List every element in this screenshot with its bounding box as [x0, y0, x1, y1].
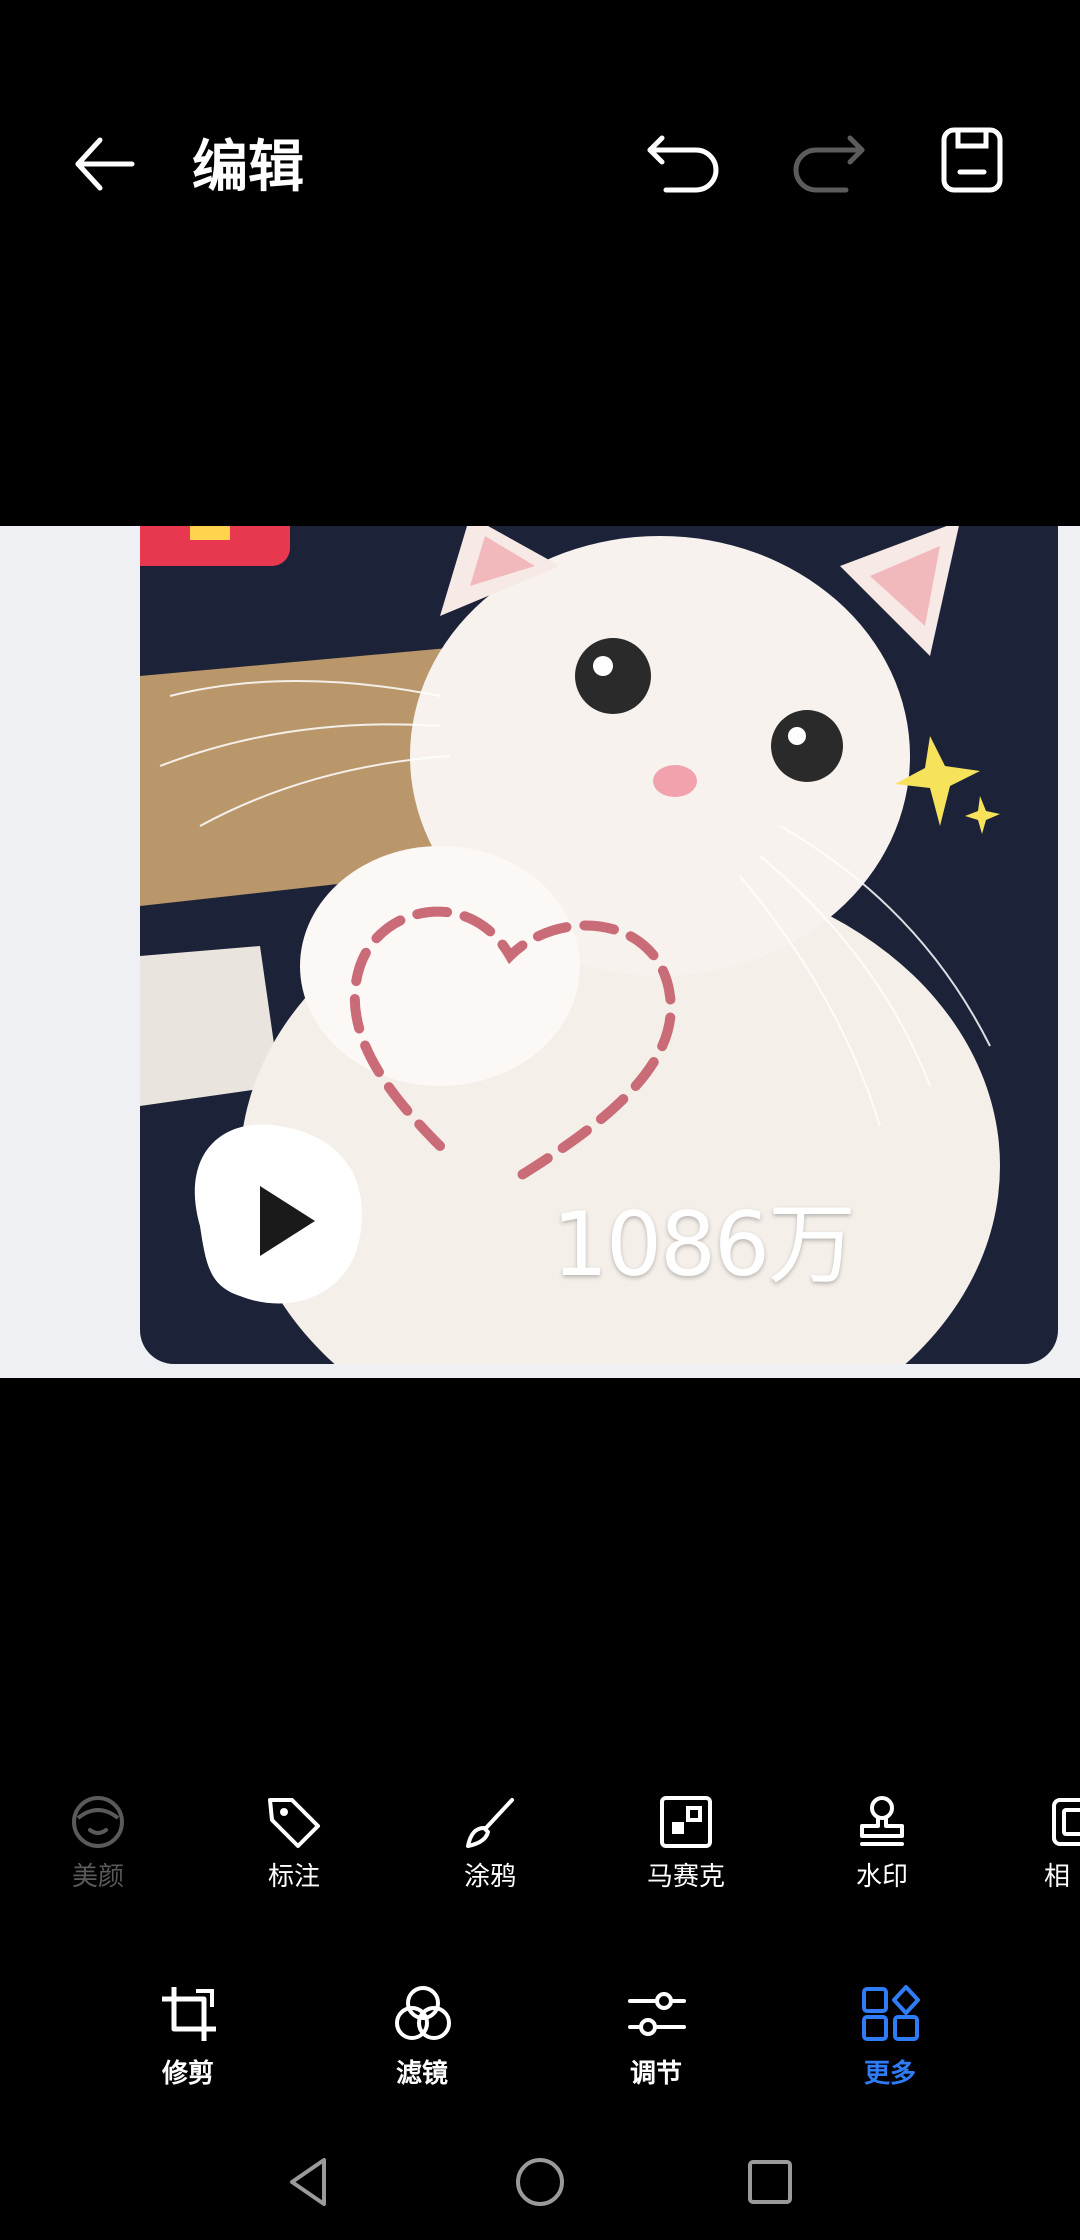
tool-annotate-label: 标注	[267, 1862, 320, 1892]
filter-icon	[395, 1986, 451, 2040]
tool-mosaic[interactable]: 马赛克	[616, 1780, 756, 1900]
beauty-face-icon	[72, 1796, 124, 1848]
undo-icon	[647, 135, 719, 193]
more-grid-icon	[862, 1985, 920, 2041]
tool-filter[interactable]: 滤镜	[352, 1975, 492, 2095]
view-count-text: 1086万	[552, 1193, 856, 1296]
tool-crop-label: 修剪	[161, 2059, 214, 2089]
mosaic-icon	[660, 1796, 712, 1848]
image-canvas[interactable]: 1086万	[0, 526, 1080, 1378]
tool-doodle-label: 涂鸦	[463, 1862, 516, 1892]
save-button[interactable]	[932, 126, 1012, 198]
top-bar: 编辑	[0, 0, 1080, 330]
tool-frame[interactable]: 相	[1008, 1780, 1080, 1900]
nav-home-button[interactable]	[510, 2152, 570, 2212]
tool-doodle[interactable]: 涂鸦	[420, 1780, 560, 1900]
system-nav-bar	[0, 2130, 1080, 2230]
tool-watermark-label: 水印	[855, 1862, 908, 1892]
redo-icon	[793, 135, 865, 193]
brush-icon	[466, 1798, 514, 1848]
tool-more-label: 更多	[863, 2059, 916, 2089]
tool-filter-label: 滤镜	[395, 2059, 448, 2089]
back-button[interactable]	[70, 130, 140, 200]
nav-recents-button[interactable]	[740, 2152, 800, 2212]
save-icon	[941, 127, 1003, 193]
tool-mosaic-label: 马赛克	[646, 1862, 725, 1892]
nav-back-button[interactable]	[280, 2152, 340, 2212]
arrow-left-icon	[75, 137, 135, 191]
undo-button[interactable]	[644, 126, 724, 198]
adjust-icon	[628, 1992, 686, 2036]
nav-recents-icon	[748, 2160, 792, 2204]
tool-frame-label: 相	[1044, 1862, 1071, 1892]
edit-tools-row: 美颜 标注 涂鸦 马赛克 水印 相	[0, 1780, 1080, 1900]
nav-back-icon	[290, 2158, 326, 2206]
tool-beauty-label: 美颜	[71, 1862, 124, 1892]
main-tools-row: 修剪 滤镜 调节 更多	[0, 1975, 1080, 2095]
stamp-icon	[860, 1796, 904, 1846]
tool-more[interactable]: 更多	[820, 1975, 960, 2095]
nav-home-icon	[516, 2158, 564, 2206]
redo-button[interactable]	[788, 126, 868, 198]
tool-annotate[interactable]: 标注	[224, 1780, 364, 1900]
tool-adjust[interactable]: 调节	[586, 1975, 726, 2095]
cat-photo: 1086万	[140, 526, 1058, 1364]
tool-beauty[interactable]: 美颜	[28, 1780, 168, 1900]
frame-icon	[1052, 1798, 1080, 1846]
tool-adjust-label: 调节	[629, 2059, 682, 2089]
tool-crop[interactable]: 修剪	[118, 1975, 258, 2095]
page-title: 编辑	[192, 135, 304, 200]
tool-watermark[interactable]: 水印	[812, 1780, 952, 1900]
crop-icon	[162, 1987, 216, 2041]
tag-icon	[268, 1798, 320, 1848]
